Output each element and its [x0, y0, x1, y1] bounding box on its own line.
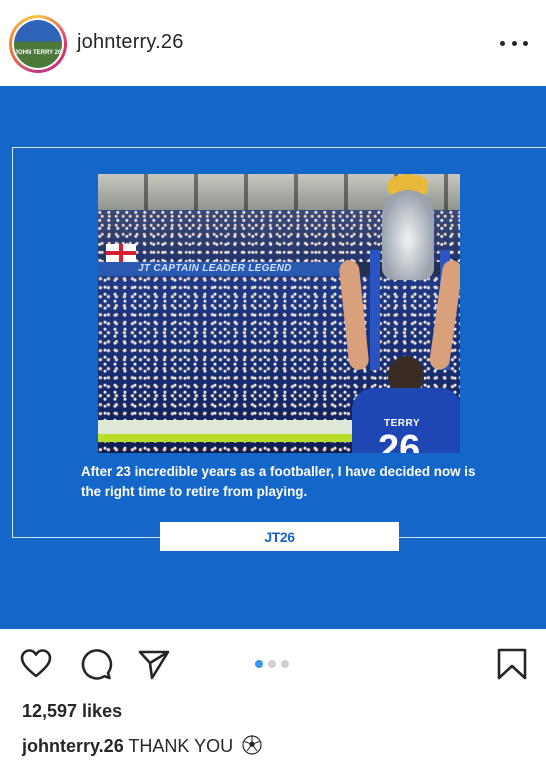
soccer-ball-icon: [242, 735, 262, 755]
carousel-dot: [281, 660, 289, 668]
post-image[interactable]: JT CAPTAIN LEADER LEGEND TERRY 26 After …: [0, 86, 546, 629]
player-with-trophy: TERRY 26: [338, 174, 460, 453]
more-options-icon[interactable]: [500, 34, 528, 52]
avatar-caption: JOHN TERRY 26: [14, 50, 62, 56]
avatar-image: JOHN TERRY 26: [14, 20, 62, 68]
post-header: JOHN TERRY 26 johnterry.26: [0, 0, 546, 86]
trophy: [382, 190, 434, 280]
stadium-photo: JT CAPTAIN LEADER LEGEND TERRY 26: [98, 174, 460, 453]
post-caption: johnterry.26 THANK YOU: [22, 735, 262, 757]
caption-text: THANK YOU: [128, 736, 234, 756]
england-flag: [106, 244, 136, 262]
username[interactable]: johnterry.26: [77, 31, 184, 54]
retirement-statement: After 23 incredible years as a footballe…: [81, 464, 476, 499]
comment-icon[interactable]: [79, 647, 113, 681]
carousel-dot: [268, 660, 276, 668]
heart-icon[interactable]: [19, 647, 53, 681]
caption-username[interactable]: johnterry.26: [22, 736, 124, 756]
likes-count[interactable]: 12,597 likes: [22, 701, 122, 722]
carousel-indicator: [255, 660, 289, 668]
crowd-banner: JT CAPTAIN LEADER LEGEND: [98, 262, 348, 276]
action-bar: [0, 629, 546, 699]
bookmark-icon[interactable]: [495, 647, 529, 681]
signature: JT26: [264, 528, 295, 545]
signature-box: JT26: [160, 522, 399, 551]
avatar[interactable]: JOHN TERRY 26: [9, 15, 67, 73]
share-icon[interactable]: [137, 647, 171, 681]
shirt-number: 26: [378, 428, 421, 453]
carousel-dot-active: [255, 660, 263, 668]
